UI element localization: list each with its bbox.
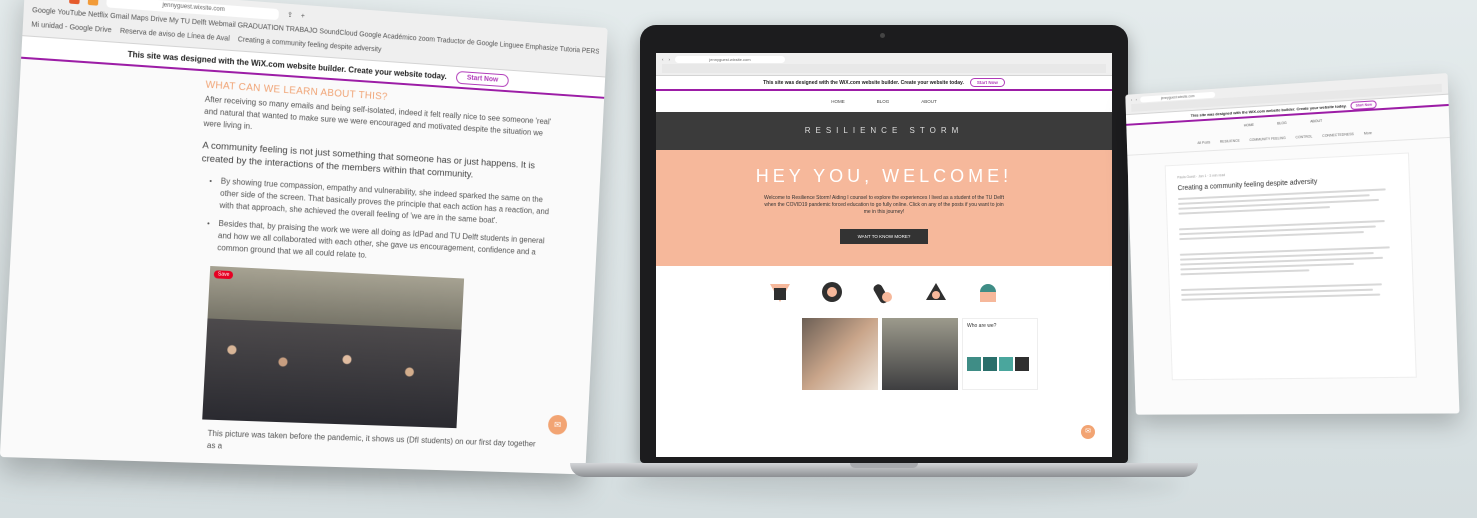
community-icon[interactable]	[820, 280, 844, 304]
tab-drive[interactable]: Mi unidad - Google Drive	[31, 21, 112, 34]
hero-title: HEY YOU, WELCOME!	[755, 166, 1013, 186]
connectedness-icon[interactable]	[924, 280, 948, 304]
nav-home[interactable]: HOME	[1244, 123, 1254, 128]
start-now-button[interactable]: Start Now	[1350, 99, 1378, 110]
bullet-list: By showing true compassion, empathy and …	[217, 176, 552, 271]
nav-blog[interactable]: BLOG	[877, 99, 890, 104]
extension-icon[interactable]	[69, 0, 81, 5]
right-browser-window: ‹ › jennyguest.wixsite.com This site was…	[1125, 73, 1460, 415]
save-button[interactable]: Save	[213, 270, 234, 280]
article-body: WHAT CAN WE LEARN ABOUT THIS? After rece…	[0, 59, 604, 464]
wix-message: This site was designed with the WiX.com …	[763, 79, 964, 86]
site-nav: HOME BLOG ABOUT	[656, 91, 1112, 112]
site-title: RESILIENCE STORM	[656, 112, 1112, 150]
about-icon[interactable]	[976, 280, 1000, 304]
laptop-screen: ‹ › jennyguest.wixsite.com This site was…	[656, 53, 1112, 457]
control-icon[interactable]	[872, 280, 896, 304]
extension-icon[interactable]	[88, 0, 99, 6]
thumbnail-portrait[interactable]	[802, 318, 878, 390]
tab-more[interactable]: More	[1364, 131, 1372, 136]
tab-community[interactable]: COMMUNITY FEELING	[1249, 136, 1285, 142]
address-bar[interactable]: jennyguest.wixsite.com	[675, 56, 785, 63]
tab-all-posts[interactable]: All Posts	[1197, 140, 1210, 145]
start-now-button[interactable]: Start Now	[969, 78, 1005, 87]
resilience-icon[interactable]	[768, 280, 792, 304]
know-more-button[interactable]: WANT TO KNOW MORE?	[839, 229, 929, 244]
back-icon[interactable]: ‹	[48, 0, 51, 1]
nav-blog[interactable]: BLOG	[1277, 121, 1287, 126]
hero-section: HEY YOU, WELCOME! Welcome to Resilience …	[656, 150, 1112, 266]
forward-icon[interactable]: ›	[1136, 98, 1137, 102]
laptop: ‹ › jennyguest.wixsite.com This site was…	[570, 25, 1198, 480]
thumbnail-who-are-we[interactable]: Who are we?	[962, 318, 1038, 390]
thumbnail-title: Who are we?	[967, 323, 997, 329]
laptop-base	[570, 463, 1198, 477]
tab-resilience[interactable]: RESILIENCE	[1220, 139, 1240, 144]
left-browser-window: ▭ ‹ › jennyguest.wixsite.com ⇪ + Google …	[0, 0, 608, 475]
chat-icon[interactable]: ✉	[1081, 425, 1095, 439]
forward-icon[interactable]: ›	[669, 57, 671, 62]
hero-text: Welcome to Resilience Storm! Aiding I co…	[764, 195, 1004, 215]
photo-caption: This picture was taken before the pandem…	[206, 428, 536, 451]
camera-icon	[880, 33, 885, 38]
post-thumbnails: Who are we?	[656, 318, 1112, 390]
tab-control[interactable]: CONTROL	[1295, 134, 1312, 139]
category-icons	[656, 266, 1112, 318]
share-icon[interactable]: ⇪	[287, 11, 293, 19]
tab-aviso[interactable]: Reserva de aviso de Línea de Aval	[120, 27, 230, 42]
laptop-notch	[850, 463, 918, 468]
start-now-button[interactable]: Start Now	[456, 70, 509, 87]
group-photo[interactable]: Save	[202, 265, 465, 429]
nav-about[interactable]: ABOUT	[921, 99, 937, 104]
forward-icon[interactable]: ›	[59, 0, 62, 1]
nav-about[interactable]: ABOUT	[1310, 119, 1322, 124]
wix-banner: This site was designed with the WiX.com …	[656, 76, 1112, 91]
back-icon[interactable]: ‹	[1131, 98, 1132, 102]
nav-home[interactable]: HOME	[831, 99, 845, 104]
tab-connectedness[interactable]: CONNECTEDNESS	[1322, 132, 1354, 138]
thumbnail-group[interactable]	[882, 318, 958, 390]
laptop-lid: ‹ › jennyguest.wixsite.com This site was…	[640, 25, 1128, 463]
blog-post: Paula Guest · Jan 1 · 3 min read Creatin…	[1164, 152, 1417, 381]
back-icon[interactable]: ‹	[662, 57, 664, 62]
browser-chrome: ‹ › jennyguest.wixsite.com	[656, 53, 1112, 76]
new-tab-icon[interactable]: +	[301, 12, 305, 19]
crowd-image	[202, 318, 462, 429]
